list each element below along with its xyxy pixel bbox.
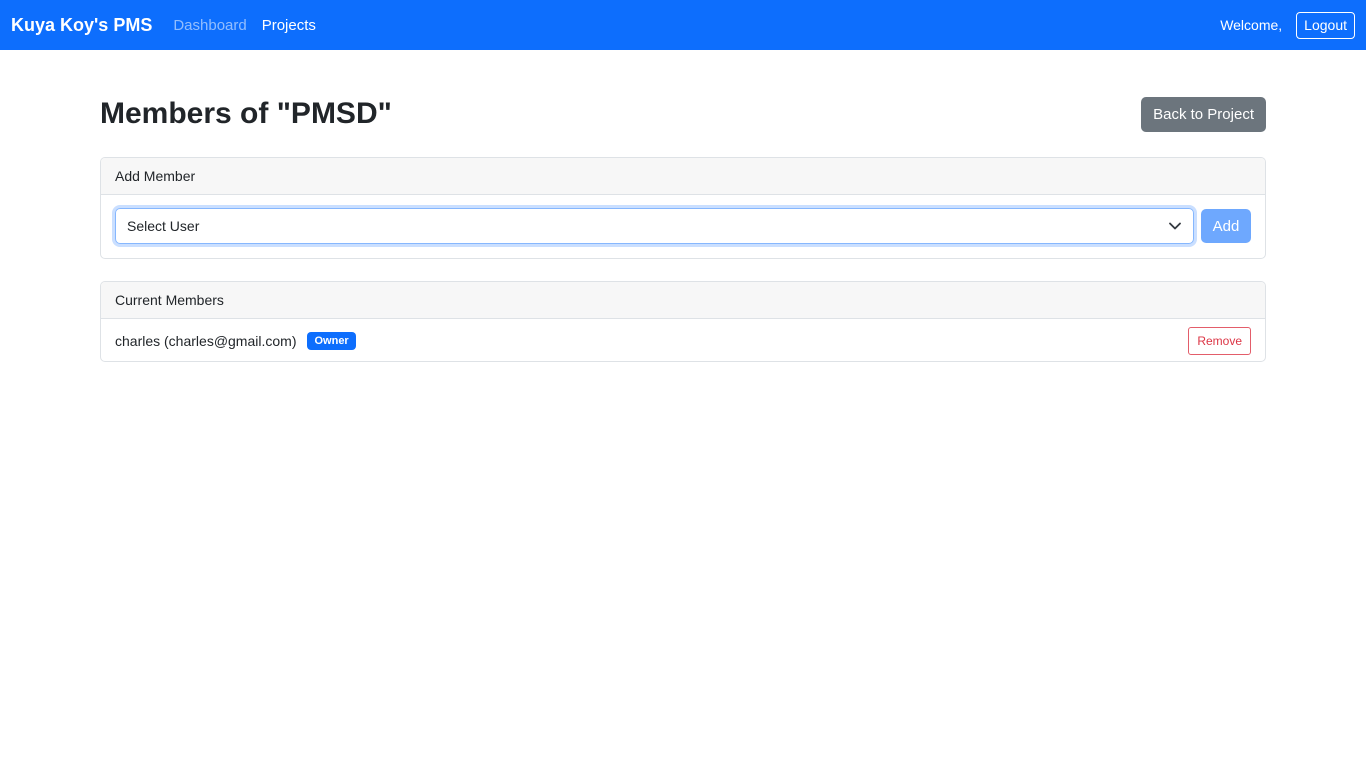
list-item: charles (charles@gmail.com) Owner Remove <box>101 319 1265 361</box>
current-members-header: Current Members <box>101 282 1265 319</box>
add-member-button[interactable]: Add <box>1201 209 1251 243</box>
back-to-project-button[interactable]: Back to Project <box>1141 96 1266 132</box>
add-member-header: Add Member <box>101 158 1265 195</box>
welcome-text: Welcome, <box>1220 17 1283 33</box>
nav-link-projects[interactable]: Projects <box>262 17 316 34</box>
top-navbar: Kuya Koy's PMS Dashboard Projects Welcom… <box>0 0 1366 50</box>
owner-badge: Owner <box>307 331 356 350</box>
chevron-down-icon <box>1168 219 1182 233</box>
member-name: charles (charles@gmail.com) <box>115 332 297 349</box>
remove-member-button[interactable]: Remove <box>1188 326 1251 355</box>
logout-button[interactable]: Logout <box>1296 11 1355 39</box>
select-user-value: Select User <box>127 218 200 234</box>
navbar-user-area: Welcome, Logout <box>1220 11 1355 39</box>
nav-link-dashboard[interactable]: Dashboard <box>173 17 246 34</box>
add-member-form: Select User Add <box>101 195 1265 244</box>
page-header: Members of "PMSD" Back to Project <box>100 96 1266 132</box>
brand-logo[interactable]: Kuya Koy's PMS <box>11 15 152 36</box>
main-content: Members of "PMSD" Back to Project Add Me… <box>100 96 1266 362</box>
page-title: Members of "PMSD" <box>100 97 392 130</box>
select-user-dropdown[interactable]: Select User <box>115 208 1194 244</box>
current-members-card: Current Members charles (charles@gmail.c… <box>100 281 1266 362</box>
add-member-card: Add Member Select User Add <box>100 157 1266 259</box>
